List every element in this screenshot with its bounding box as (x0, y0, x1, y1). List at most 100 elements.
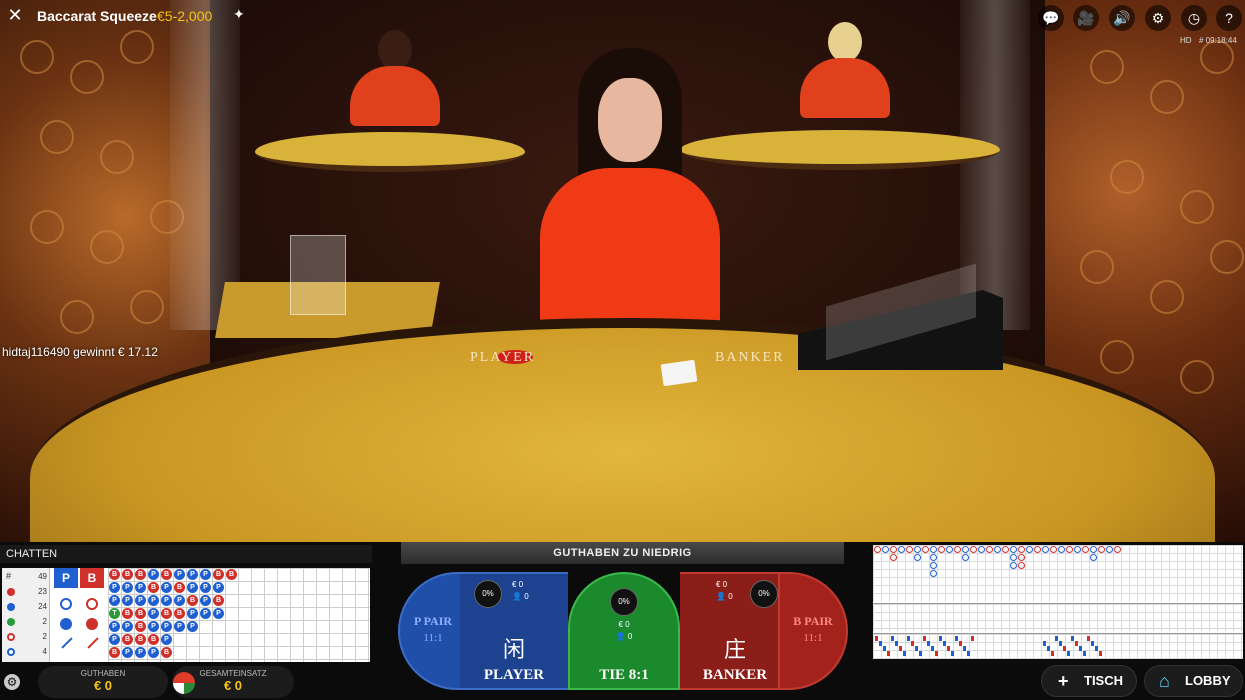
big-road-mark (930, 546, 937, 553)
small-road-mark (943, 641, 946, 646)
bead-b: B (135, 634, 146, 645)
bead-b: B (135, 569, 146, 580)
discard-holder (290, 235, 346, 315)
predict-banker-big-icon (86, 598, 98, 610)
chat-label: CHATTEN (6, 548, 58, 560)
small-road-mark (879, 641, 882, 646)
balance-label: GUTHABEN (80, 669, 126, 678)
big-road-mark (962, 554, 969, 561)
chat-header[interactable]: CHATTEN (0, 545, 372, 563)
lobby-button[interactable]: ⌂ LOBBY (1144, 665, 1243, 697)
player-pair-name: P PAIR (413, 614, 453, 628)
big-road-mark (1050, 546, 1057, 553)
banker-glyph: 庄 (723, 637, 746, 662)
predict-banker-button[interactable]: B (80, 568, 104, 588)
betting-grid: P PAIR 11:1 0% € 0 👤 0 闲 PLAYER 0% € 0 👤… (398, 572, 848, 692)
bead-p: P (161, 582, 172, 593)
small-road-mark (903, 651, 906, 656)
volume-icon[interactable]: 🔊 (1109, 5, 1135, 31)
bead-p: P (213, 608, 224, 619)
statistics-column: # 49 23 24 2 2 4 (2, 568, 50, 662)
bet-status-text: GUTHABEN ZU NIEDRIG (553, 547, 692, 559)
small-road-mark (1047, 646, 1050, 651)
tie-percent: 0% (610, 588, 638, 616)
bottom-panel: CHATTEN # 49 23 24 2 2 4 P B B P P T P P… (0, 542, 1245, 700)
stat-player-pair-value: 4 (42, 647, 47, 656)
decor-coin (1080, 250, 1114, 284)
plus-icon: + (1058, 671, 1069, 691)
big-road-mark (1018, 562, 1025, 569)
close-button[interactable]: ✕ (4, 4, 26, 26)
history-icon[interactable]: ◷ (1181, 5, 1207, 31)
bead-p: P (187, 621, 198, 632)
bead-p: P (174, 569, 185, 580)
small-road-mark (1043, 641, 1046, 646)
decor-coin (1150, 80, 1184, 114)
bead-t: T (109, 608, 120, 619)
decor-coin (1180, 360, 1214, 394)
bead-p: P (135, 582, 146, 593)
stat-player-pair: 4 (2, 645, 50, 659)
banker-percent: 0% (750, 580, 778, 608)
bead-road-panel[interactable]: # 49 23 24 2 2 4 P B B P P T P P B B P P… (2, 568, 370, 662)
bead-p: P (200, 569, 211, 580)
bet-banker[interactable]: € 0 👤 0 0% 庄 BANKER (680, 572, 790, 690)
bet-tie[interactable]: 0% € 0 👤 0 TIE 8:1 (568, 572, 680, 690)
small-road-mark (1095, 646, 1098, 651)
tie-bettors: 👤 0 (615, 632, 633, 641)
bead-p: P (213, 582, 224, 593)
settings-icon[interactable]: ⚙ (1145, 5, 1171, 31)
small-road-mark (967, 651, 970, 656)
help-icon[interactable]: ? (1216, 5, 1242, 31)
small-road-mark (919, 651, 922, 656)
small-road-mark (1083, 651, 1086, 656)
bead-b: B (148, 582, 159, 593)
small-road-mark (915, 646, 918, 651)
bet-status-bar: GUTHABEN ZU NIEDRIG (401, 542, 844, 564)
add-table-button[interactable]: + TISCH (1041, 665, 1137, 697)
chat-icon[interactable]: 💬 (1038, 5, 1064, 31)
big-road-mark (898, 546, 905, 553)
small-road-mark (1075, 641, 1078, 646)
chip-icon[interactable] (173, 672, 195, 694)
tie-amount: € 0 (618, 620, 630, 629)
decor-coin (1180, 190, 1214, 224)
bead-b: B (122, 608, 133, 619)
big-road-mark (954, 546, 961, 553)
video-icon[interactable]: 🎥 (1073, 5, 1099, 31)
bead-b: B (174, 582, 185, 593)
menu-icon[interactable]: ⚙ (4, 674, 20, 690)
bead-p: P (148, 595, 159, 606)
big-road-mark (1034, 546, 1041, 553)
stat-banker-value: 23 (38, 587, 47, 596)
bead-p: P (122, 582, 133, 593)
banker-label: BANKER (702, 667, 768, 683)
predict-player-button[interactable]: P (54, 568, 78, 588)
lobby-label: LOBBY (1185, 673, 1231, 688)
decor-coin (70, 60, 104, 94)
predict-player-small-icon (60, 618, 72, 630)
bet-player[interactable]: 0% € 0 👤 0 闲 PLAYER (460, 572, 568, 690)
small-road-mark (1091, 641, 1094, 646)
bead-p: P (174, 621, 185, 632)
small-road-mark (963, 646, 966, 651)
player-glyph: 闲 (502, 637, 525, 662)
small-road-mark (923, 636, 926, 641)
big-road-mark (930, 554, 937, 561)
banker-pair-name: B PAIR (793, 614, 833, 628)
stat-banker: 23 (2, 585, 50, 599)
hd-badge[interactable]: HD (1180, 36, 1192, 45)
small-road-mark (951, 651, 954, 656)
roadmaps-panel[interactable] (873, 545, 1243, 659)
bet-player-pair[interactable]: P PAIR 11:1 (398, 572, 468, 690)
bead-p: P (200, 582, 211, 593)
bet-banker-pair[interactable]: B PAIR 11:1 (778, 572, 848, 690)
banker-amount: € 0 (716, 580, 728, 589)
table-label-player: PLAYER (470, 350, 536, 365)
small-road-mark (959, 641, 962, 646)
big-road-mark (986, 546, 993, 553)
big-road (873, 545, 1243, 601)
pin-icon[interactable]: ✦ (233, 6, 245, 23)
decor-coin (30, 210, 64, 244)
big-road-mark (930, 570, 937, 577)
